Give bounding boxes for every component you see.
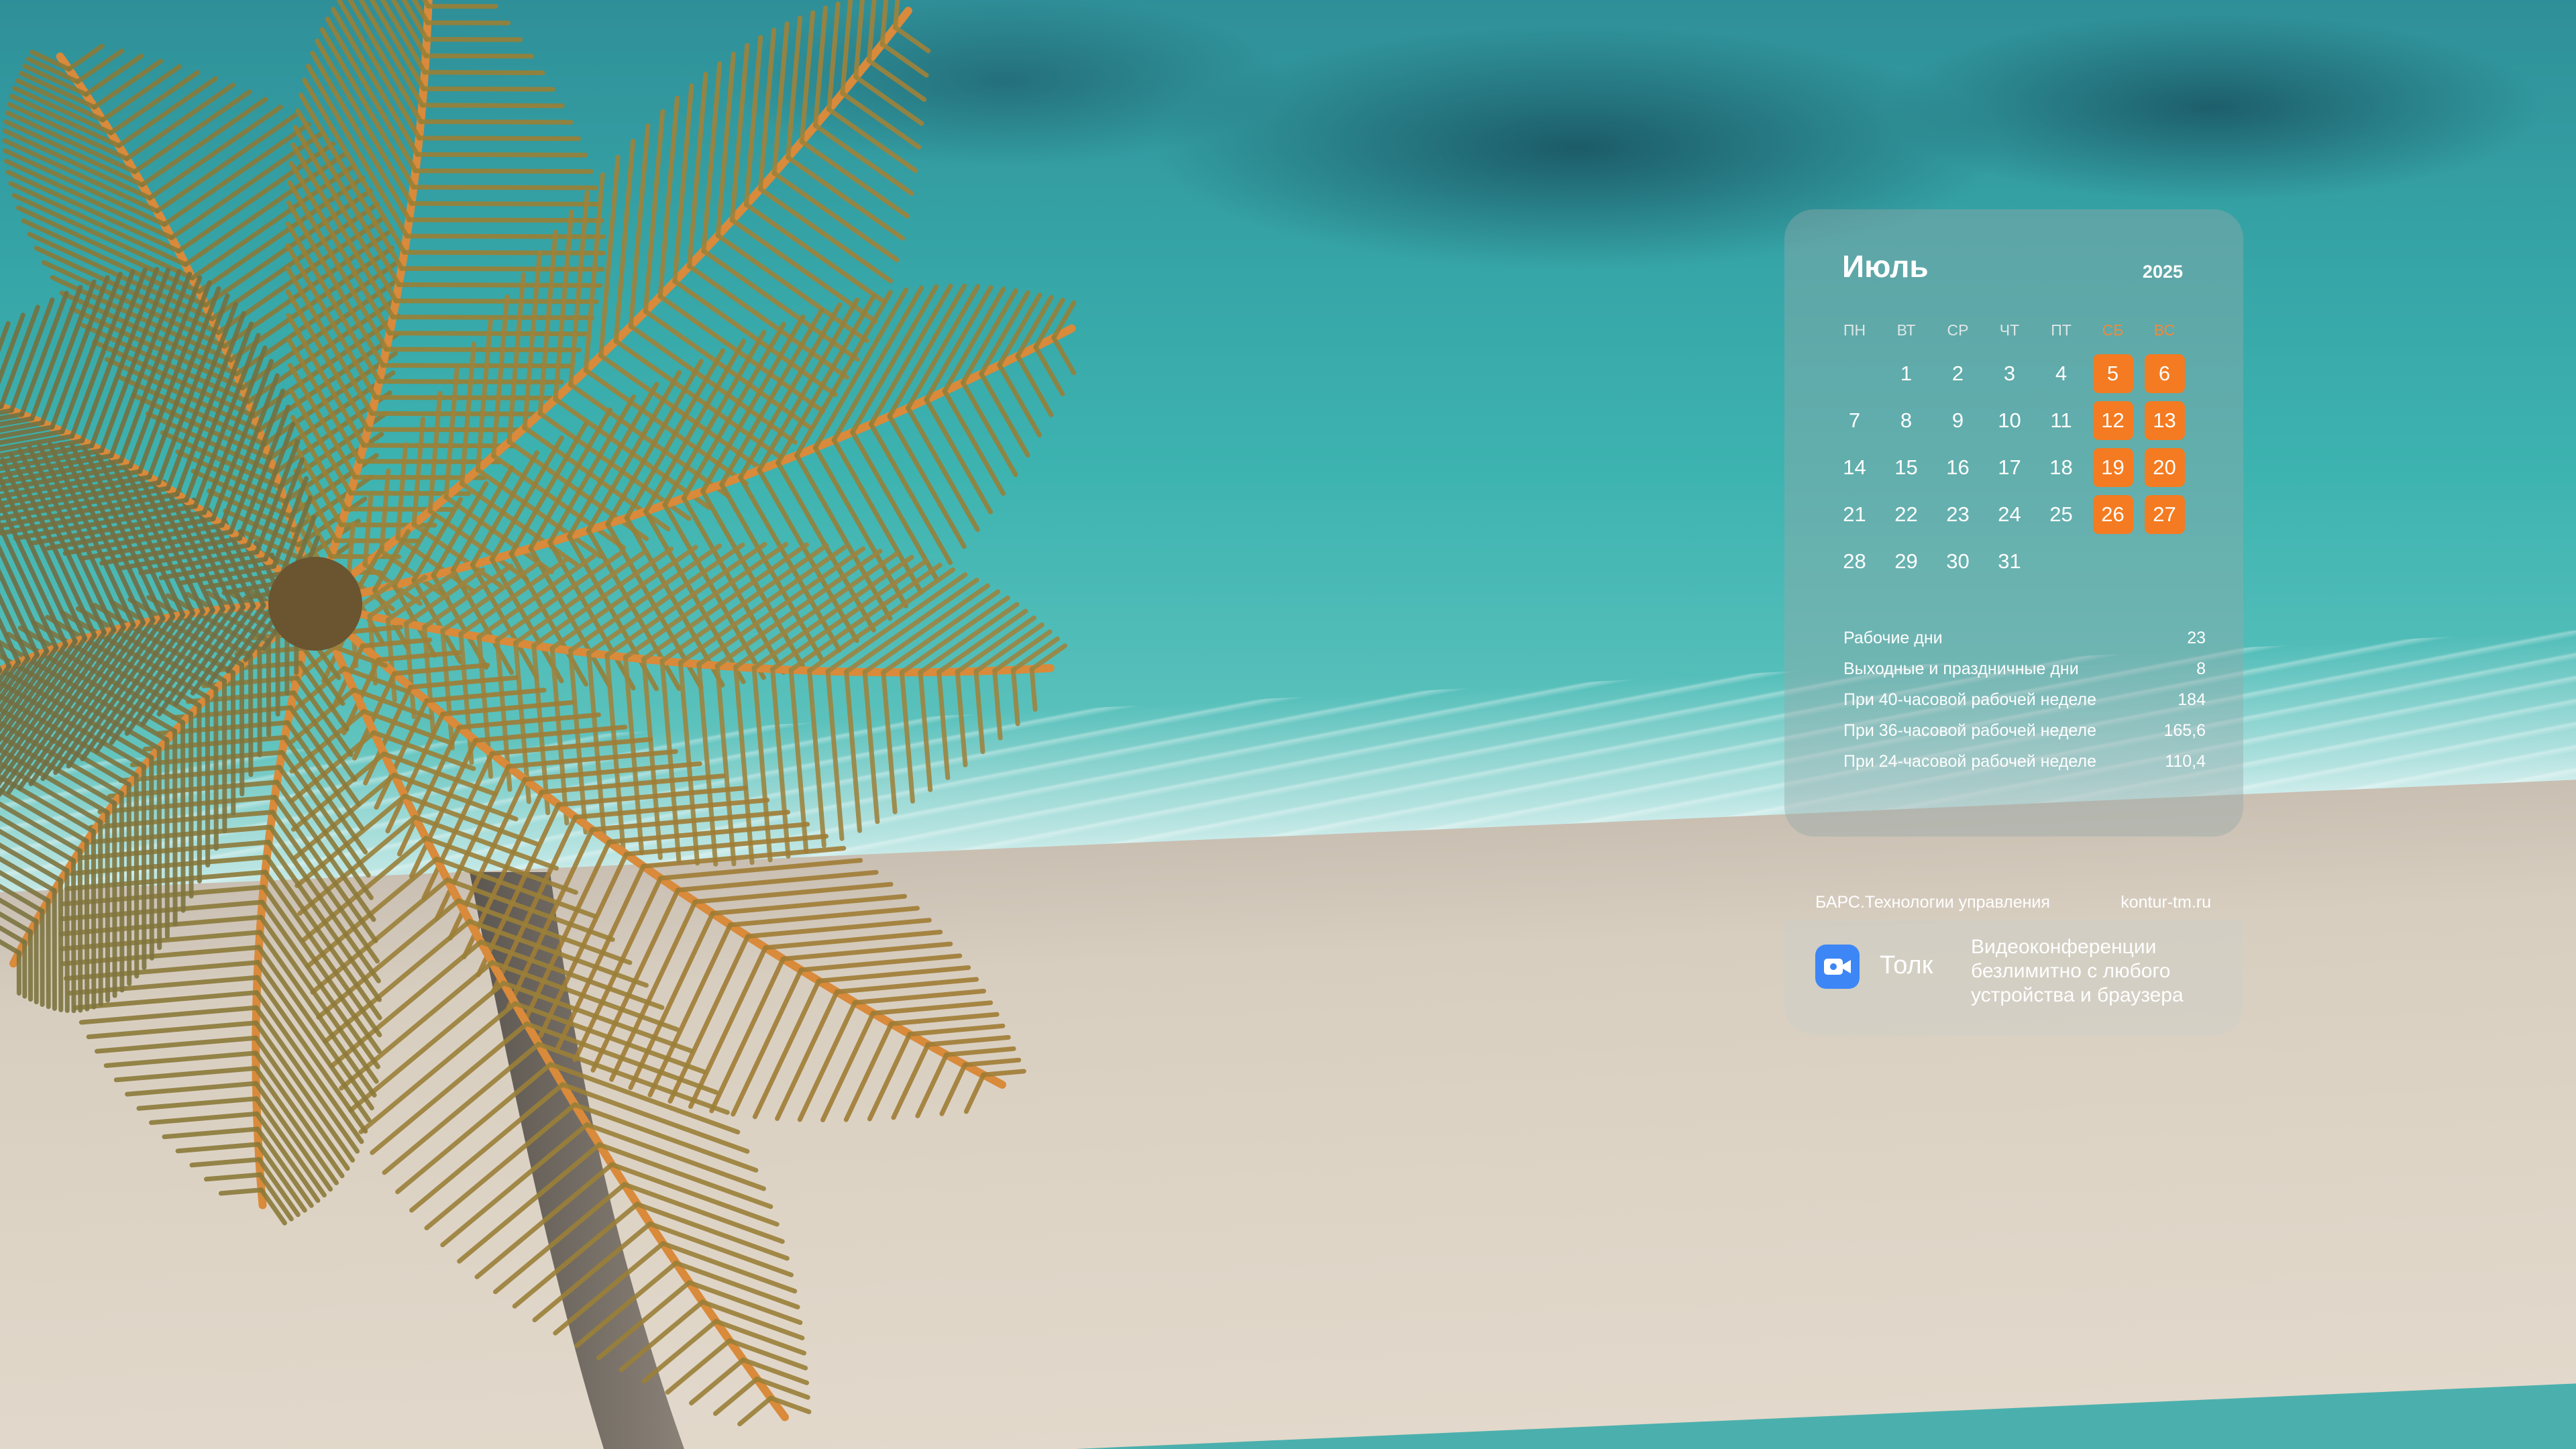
company-site-link[interactable]: kontur-tm.ru: [2121, 893, 2211, 912]
day-cell: 30: [1946, 549, 1970, 573]
day-cell: 9: [1951, 409, 1964, 432]
tolk-product-name: Толк: [1880, 951, 1933, 979]
palm-tree-image: [0, 0, 1077, 1449]
day-cell: 23: [1946, 502, 1970, 526]
day-cell: 25: [2049, 502, 2073, 526]
weekend-day-cell: 5: [2087, 350, 2139, 397]
day-cell: 17: [1998, 455, 2021, 479]
stat-row: Выходные и праздничные дни 8: [1843, 653, 2206, 684]
weekday-mon: ПН: [1843, 321, 1866, 339]
day-cell: 15: [1894, 455, 1918, 479]
day-cell: 8: [1900, 409, 1913, 432]
weekend-day-badge: 12: [2092, 401, 2133, 440]
weekend-day-badge: 20: [2144, 448, 2185, 487]
company-name: БАРС.Технологии управления: [1815, 892, 2050, 912]
weekday-tue: ВТ: [1896, 321, 1916, 339]
week-row: 21 22 23 24 25 26 27: [1829, 491, 2191, 538]
weekend-day-cell: 20: [2139, 444, 2190, 491]
day-cell: [2035, 538, 2087, 585]
week-row: 1 2 3 4 5 6: [1829, 350, 2191, 397]
weekday-sat: СБ: [2102, 321, 2124, 339]
stat-label: При 24-часовой рабочей неделе: [1843, 751, 2096, 771]
weekend-day-cell: 12: [2087, 397, 2139, 444]
stat-row: При 40-часовой рабочей неделе 184: [1843, 684, 2206, 715]
day-cell: [2139, 538, 2190, 585]
tolk-description: Видеоконференции безлимитно с любого уст…: [1971, 936, 2184, 1006]
stat-value: 23: [2187, 628, 2206, 647]
weekend-day-badge: 26: [2092, 495, 2133, 534]
day-cell: 29: [1894, 549, 1918, 573]
stat-value: 184: [2178, 690, 2206, 709]
desktop-wallpaper: Июль 2025 ПН ВТ СР ЧТ ПТ СБ ВС 1 2 3 4 5…: [0, 0, 2576, 1449]
day-cell: 11: [2050, 409, 2072, 432]
stat-value: 165,6: [2163, 720, 2206, 740]
stat-label: Выходные и праздничные дни: [1843, 659, 2079, 678]
weekday-fri: ПТ: [2051, 321, 2072, 339]
stat-row: При 36-часовой рабочей неделе 165,6: [1843, 715, 2206, 746]
weekend-day-cell: 27: [2139, 491, 2190, 538]
weekday-sun: ВС: [2153, 321, 2176, 339]
weekend-day-badge: 27: [2144, 495, 2185, 534]
calendar-card: Июль 2025 ПН ВТ СР ЧТ ПТ СБ ВС 1 2 3 4 5…: [1784, 209, 2243, 837]
calendar-grid: ПН ВТ СР ЧТ ПТ СБ ВС 1 2 3 4 5 6 7 8 9 1…: [1829, 310, 2191, 585]
weekend-day-cell: 26: [2087, 491, 2139, 538]
weekday-thu: ЧТ: [1999, 321, 2020, 339]
week-row: 28 29 30 31: [1829, 538, 2191, 585]
weekend-day-cell: 19: [2087, 444, 2139, 491]
day-cell: 24: [1998, 502, 2021, 526]
day-cell: 3: [2003, 362, 2016, 385]
video-camera-icon: [1815, 945, 1860, 989]
weekend-day-badge: 19: [2092, 448, 2133, 487]
stat-label: При 40-часовой рабочей неделе: [1843, 690, 2096, 709]
day-cell: 14: [1843, 455, 1866, 479]
week-row: 14 15 16 17 18 19 20: [1829, 444, 2191, 491]
weekend-day-cell: 13: [2139, 397, 2190, 444]
day-cell: 21: [1843, 502, 1866, 526]
day-cell: [2087, 538, 2139, 585]
stat-label: Рабочие дни: [1843, 628, 1943, 647]
day-cell: 22: [1894, 502, 1918, 526]
week-row: 7 8 9 10 11 12 13: [1829, 397, 2191, 444]
day-cell: 16: [1946, 455, 1970, 479]
weekday-header-row: ПН ВТ СР ЧТ ПТ СБ ВС: [1829, 310, 2191, 350]
day-cell: 7: [1848, 409, 1861, 432]
weekday-wed: СР: [1947, 321, 1969, 339]
day-cell: 31: [1998, 549, 2021, 573]
day-cell: 1: [1900, 362, 1913, 385]
day-cell: 18: [2049, 455, 2073, 479]
stat-row: Рабочие дни 23: [1843, 623, 2206, 653]
weekend-day-badge: 13: [2144, 401, 2185, 440]
stat-value: 8: [2196, 659, 2206, 678]
day-cell: [1829, 350, 1880, 397]
brand-bar: БАРС.Технологии управления kontur-tm.ru: [1784, 889, 2243, 916]
stat-value: 110,4: [2165, 751, 2206, 771]
working-time-stats: Рабочие дни 23 Выходные и праздничные дн…: [1843, 623, 2206, 777]
weekend-day-cell: 6: [2139, 350, 2190, 397]
day-cell: 4: [2055, 362, 2068, 385]
weekend-day-badge: 6: [2144, 354, 2185, 393]
stat-label: При 36-часовой рабочей неделе: [1843, 720, 2096, 740]
day-cell: 2: [1951, 362, 1964, 385]
tolk-ad-banner[interactable]: Толк Видеоконференции безлимитно с любог…: [1784, 920, 2243, 1036]
day-cell: 28: [1843, 549, 1866, 573]
day-cell: 10: [1998, 409, 2021, 432]
month-title: Июль: [1842, 249, 1929, 284]
stat-row: При 24-часовой рабочей неделе 110,4: [1843, 746, 2206, 777]
year-label: 2025: [2142, 262, 2183, 282]
weekend-day-badge: 5: [2092, 354, 2133, 393]
